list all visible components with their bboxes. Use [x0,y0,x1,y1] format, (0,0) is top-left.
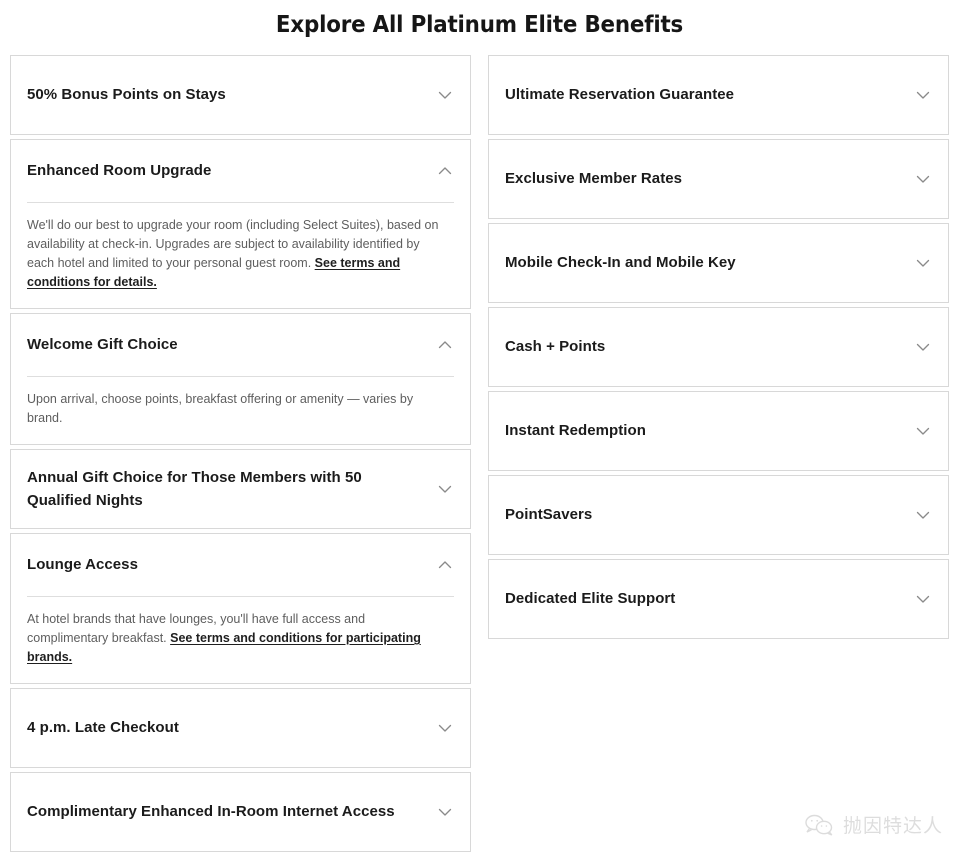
chevron-down-icon[interactable] [436,480,454,498]
accordion-title: PointSavers [505,506,593,524]
accordion-panel: We'll do our best to upgrade your room (… [11,202,470,308]
chevron-up-icon[interactable] [436,162,454,180]
chevron-down-icon[interactable] [914,338,932,356]
accordion-title: 50% Bonus Points on Stays [27,86,226,104]
accordion-title: Exclusive Member Rates [505,170,683,188]
accordion-column-left: 50% Bonus Points on Stays Enhanced Room U… [10,55,471,856]
accordion-title: Lounge Access [27,556,138,574]
accordion-item: Instant Redemption [488,391,949,471]
page-title: Explore All Platinum Elite Benefits [275,12,684,38]
accordion-item: Dedicated Elite Support [488,559,949,639]
accordion-item: Exclusive Member Rates [488,139,949,219]
accordion-column-right: Ultimate Reservation Guarantee Exclusive … [488,55,949,643]
accordion-item: Welcome Gift Choice Upon arrival, choose … [10,313,471,445]
chevron-down-icon[interactable] [436,719,454,737]
accordion-title: Mobile Check-In and Mobile Key [505,254,736,272]
chevron-down-icon[interactable] [436,803,454,821]
wechat-icon [804,813,834,837]
chevron-down-icon[interactable] [914,170,932,188]
accordion-item: 50% Bonus Points on Stays [10,55,471,135]
accordion-item: PointSavers [488,475,949,555]
panel-body: Upon arrival, choose points, breakfast o… [27,390,454,428]
chevron-up-icon[interactable] [436,336,454,354]
panel-body: At hotel brands that have lounges, you'l… [27,610,454,667]
accordion-panel: At hotel brands that have lounges, you'l… [11,596,470,683]
accordion-columns: 50% Bonus Points on Stays Enhanced Room U… [0,55,959,856]
accordion-title: Complimentary Enhanced In-Room Internet … [27,803,395,821]
chevron-down-icon[interactable] [914,506,932,524]
accordion-header[interactable]: Complimentary Enhanced In-Room Internet … [11,773,470,851]
panel-divider [27,376,454,377]
accordion-item: Ultimate Reservation Guarantee [488,55,949,135]
chevron-down-icon[interactable] [436,86,454,104]
accordion-panel: Upon arrival, choose points, breakfast o… [11,376,470,444]
accordion-header[interactable]: Lounge Access [11,534,470,596]
watermark-text: 抛因特达人 [842,815,943,837]
benefits-page: Explore All Platinum Elite Benefits 50% … [0,0,959,856]
panel-body: We'll do our best to upgrade your room (… [27,216,454,292]
accordion-item: Lounge Access At hotel brands that have l… [10,533,471,684]
watermark: 抛因特达人 [804,811,943,838]
accordion-header[interactable]: Ultimate Reservation Guarantee [489,56,948,134]
chevron-down-icon[interactable] [914,590,932,608]
accordion-title: Instant Redemption [505,422,646,440]
accordion-header[interactable]: PointSavers [489,476,948,554]
accordion-header[interactable]: Enhanced Room Upgrade [11,140,470,202]
accordion-header[interactable]: Dedicated Elite Support [489,560,948,638]
accordion-item: Mobile Check-In and Mobile Key [488,223,949,303]
accordion-header[interactable]: Instant Redemption [489,392,948,470]
accordion-header[interactable]: 50% Bonus Points on Stays [11,56,470,134]
accordion-title: Enhanced Room Upgrade [27,162,212,180]
chevron-down-icon[interactable] [914,86,932,104]
accordion-title: Dedicated Elite Support [505,590,676,608]
accordion-title: 4 p.m. Late Checkout [27,719,179,737]
accordion-header[interactable]: Annual Gift Choice for Those Members wit… [11,450,470,528]
accordion-header[interactable]: 4 p.m. Late Checkout [11,689,470,767]
accordion-title: Ultimate Reservation Guarantee [505,86,735,104]
accordion-header[interactable]: Mobile Check-In and Mobile Key [489,224,948,302]
accordion-item: Enhanced Room Upgrade We'll do our best t… [10,139,471,309]
accordion-header[interactable]: Welcome Gift Choice [11,314,470,376]
chevron-down-icon[interactable] [914,422,932,440]
accordion-title: Cash + Points [505,338,606,356]
panel-divider [27,596,454,597]
accordion-item: 4 p.m. Late Checkout [10,688,471,768]
accordion-header[interactable]: Exclusive Member Rates [489,140,948,218]
panel-body-text: Upon arrival, choose points, breakfast o… [27,392,414,425]
panel-divider [27,202,454,203]
accordion-title: Annual Gift Choice for Those Members wit… [27,468,362,509]
accordion-item: Complimentary Enhanced In-Room Internet … [10,772,471,852]
chevron-down-icon[interactable] [914,254,932,272]
accordion-item: Cash + Points [488,307,949,387]
accordion-title: Welcome Gift Choice [27,336,178,354]
chevron-up-icon[interactable] [436,556,454,574]
accordion-item: Annual Gift Choice for Those Members wit… [10,449,471,529]
accordion-header[interactable]: Cash + Points [489,308,948,386]
